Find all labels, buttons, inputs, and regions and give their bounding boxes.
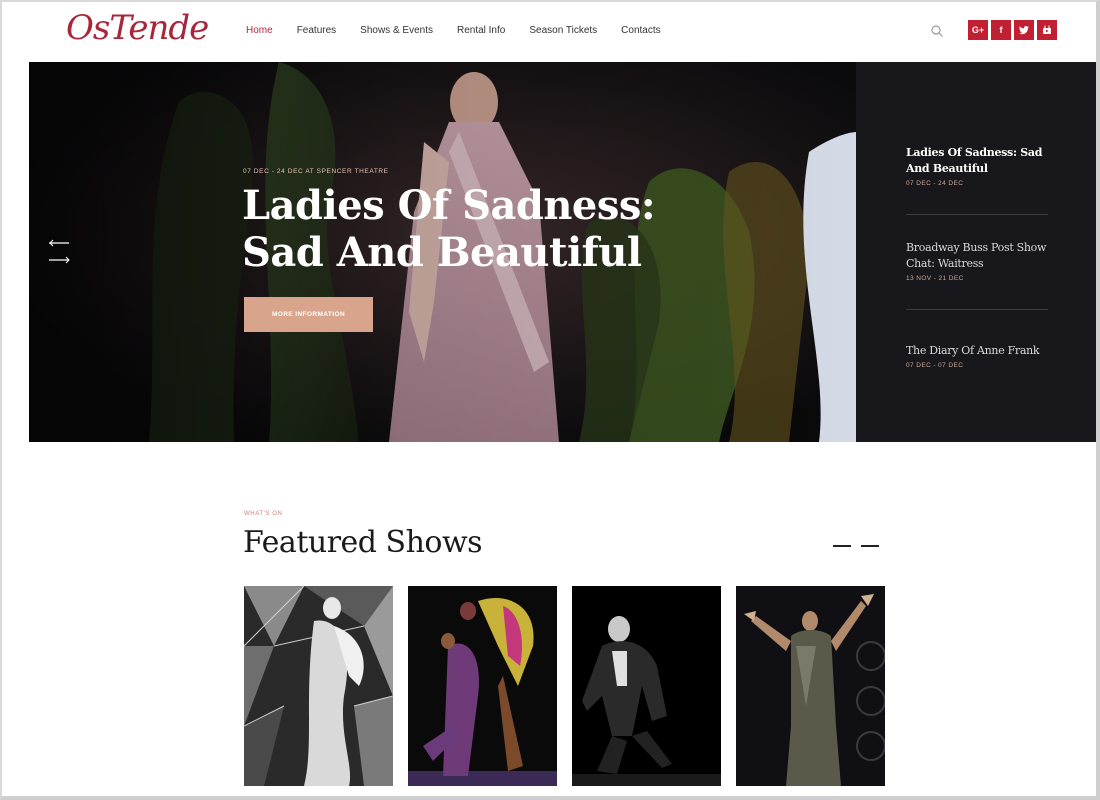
show-card[interactable] <box>736 586 885 786</box>
side-show-item[interactable]: Ladies Of Sadness: Sad And Beautiful 07 … <box>906 145 1056 187</box>
facebook-icon[interactable]: f <box>991 20 1011 40</box>
carousel-nav <box>833 545 879 547</box>
carousel-prev-button[interactable] <box>833 545 851 547</box>
featured-shows-list <box>244 586 885 786</box>
nav-item-season-tickets[interactable]: Season Tickets <box>529 25 597 36</box>
social-links: G+ f <box>968 20 1057 40</box>
main-nav: Home Features Shows & Events Rental Info… <box>246 25 685 36</box>
site-logo[interactable]: OsTende <box>66 8 209 48</box>
side-show-title: Broadway Buss Post Show Chat: Waitress <box>906 241 1047 270</box>
google-plus-icon[interactable]: G+ <box>968 20 988 40</box>
side-show-date: 07 DEC - 24 DEC <box>906 180 964 187</box>
section-title: Featured Shows <box>243 525 483 560</box>
hero-slider: 07 DEC - 24 DEC AT SPENCER THEATRE Ladie… <box>29 62 856 442</box>
show-card[interactable] <box>408 586 557 786</box>
hero-date-venue: 07 DEC - 24 DEC AT SPENCER THEATRE <box>243 168 389 175</box>
search-icon[interactable] <box>930 24 944 38</box>
upcoming-shows-panel: Ladies Of Sadness: Sad And Beautiful 07 … <box>856 62 1098 442</box>
show-card[interactable] <box>572 586 721 786</box>
nav-item-rental-info[interactable]: Rental Info <box>457 25 505 36</box>
side-show-title: The Diary Of Anne Frank <box>906 344 1040 357</box>
nav-item-home[interactable]: Home <box>246 25 273 36</box>
divider <box>906 309 1048 310</box>
show-card[interactable] <box>244 586 393 786</box>
side-show-item[interactable]: The Diary Of Anne Frank 07 DEC - 07 DEC <box>906 343 1056 369</box>
show-card-image <box>736 586 885 786</box>
nav-item-contacts[interactable]: Contacts <box>621 25 660 36</box>
nav-item-features[interactable]: Features <box>297 25 336 36</box>
divider <box>906 214 1048 215</box>
side-show-date: 07 DEC - 07 DEC <box>906 362 964 369</box>
hero-title: Ladies Of Sadness: Sad And Beautiful <box>242 182 656 276</box>
youtube-icon[interactable] <box>1037 20 1057 40</box>
more-information-button[interactable]: MORE INFORMATION <box>244 297 373 332</box>
show-card-image <box>572 586 721 786</box>
show-card-image <box>244 586 393 786</box>
section-eyebrow: WHAT'S ON <box>244 511 283 517</box>
show-card-image <box>408 586 557 786</box>
slider-arrows-icon[interactable] <box>49 239 71 265</box>
side-show-item[interactable]: Broadway Buss Post Show Chat: Waitress 1… <box>906 240 1056 282</box>
carousel-next-button[interactable] <box>861 545 879 547</box>
nav-item-shows-events[interactable]: Shows & Events <box>360 25 433 36</box>
side-show-date: 13 NOV - 21 DEC <box>906 275 964 282</box>
site-header: OsTende Home Features Shows & Events Ren… <box>0 0 1100 62</box>
twitter-icon[interactable] <box>1014 20 1034 40</box>
side-show-title: Ladies Of Sadness: Sad And Beautiful <box>906 146 1043 175</box>
